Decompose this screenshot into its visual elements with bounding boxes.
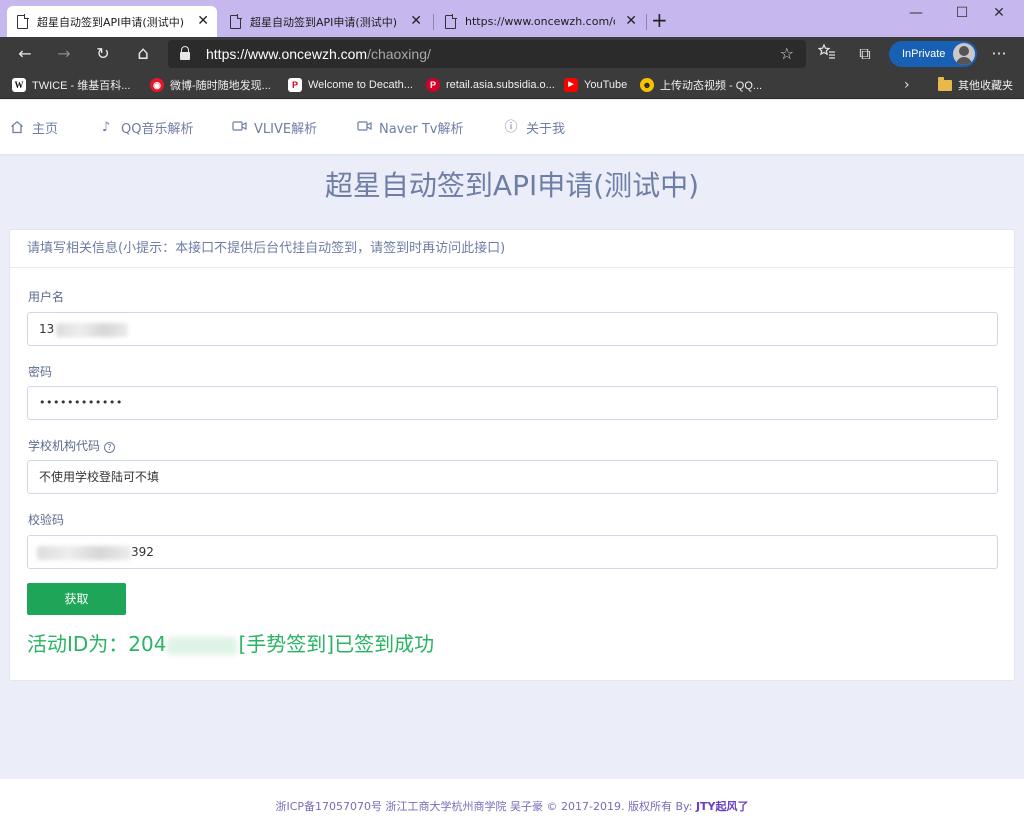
weibo-icon: ◉ (150, 78, 164, 92)
bookmark-decathlon[interactable]: P Welcome to Decath... (288, 76, 413, 94)
lock-icon (180, 46, 190, 60)
video-camera-icon (356, 120, 372, 136)
school-code-label-text: 学校机构代码 (28, 439, 101, 453)
video-camera-icon (231, 120, 247, 136)
refresh-icon[interactable]: ↻ (91, 43, 115, 65)
browser-tab-bar: 超星自动签到API申请(测试中) ✕ 超星自动签到API申请(测试中) ✕ ht… (0, 0, 1024, 37)
redacted-blur (167, 636, 238, 655)
url-text: https://www.oncewzh.com/chaoxing/ (206, 46, 431, 62)
bookmark-weibo[interactable]: ◉ 微博-随时随地发现... (150, 76, 271, 94)
footer: 浙ICP备17057070号 浙江工商大学杭州商学院 吴子豪 © 2017-20… (0, 779, 1024, 834)
bookmark-label: TWICE - 维基百科... (32, 80, 131, 92)
favorite-star-icon[interactable]: ☆ (780, 44, 794, 63)
page-icon (230, 14, 242, 29)
footer-author-link[interactable]: JTY起风了 (696, 800, 749, 813)
captcha-value: 392 (131, 545, 154, 559)
browser-tab-1[interactable]: 超星自动签到API申请(测试中) ✕ (7, 6, 217, 37)
wikipedia-icon: W (12, 78, 26, 92)
page-icon (17, 14, 29, 29)
close-window-icon[interactable]: ✕ (976, 5, 1022, 21)
captcha-label: 校验码 (28, 513, 65, 527)
captcha-field[interactable]: 392 (27, 535, 998, 569)
page-title: 超星自动签到API申请(测试中) (324, 169, 700, 202)
password-field[interactable]: •••••••••••• (27, 386, 998, 420)
browser-tab-3[interactable]: https://www.oncewzh.com/chao ✕ (435, 6, 645, 37)
new-tab-icon[interactable]: + (651, 9, 668, 31)
inprivate-label: InPrivate (902, 48, 946, 60)
result-message: 活动ID为：204 [手势签到]已签到成功 (27, 628, 434, 657)
nav-label: Naver Tv解析 (379, 122, 464, 137)
nav-label: QQ音乐解析 (121, 122, 194, 137)
tab-title: 超星自动签到API申请(测试中) (250, 15, 397, 29)
bookmark-twice[interactable]: W TWICE - 维基百科... (12, 76, 130, 94)
bookmark-retail[interactable]: P retail.asia.subsidia.o... (426, 76, 555, 94)
other-favorites-label: 其他收藏夹 (958, 79, 1013, 92)
other-favorites-folder[interactable]: 其他收藏夹 (938, 76, 1013, 94)
info-icon: ⓘ (504, 119, 518, 135)
retail-icon: P (426, 78, 440, 92)
bookmark-youtube[interactable]: ▶ YouTube (564, 76, 627, 94)
minimize-icon[interactable]: — (893, 5, 939, 21)
nav-item-vlive[interactable]: VLIVE解析 (231, 118, 317, 137)
bookmark-label: retail.asia.subsidia.o... (446, 79, 555, 91)
bookmark-label: 上传动态视频 - QQ... (660, 80, 763, 92)
bookmark-label: YouTube (584, 79, 628, 91)
collections-icon[interactable]: ⧉ (853, 43, 877, 65)
settings-more-icon[interactable]: ··· (987, 43, 1011, 65)
card-header: 请填写相关信息(小提示：本接口不提供后台代挂自动签到，请签到时再访问此接口) (10, 230, 1014, 268)
page-icon (445, 14, 457, 29)
music-note-icon: ♪ (101, 119, 111, 135)
forward-icon[interactable]: → (52, 43, 76, 65)
nav-label: VLIVE解析 (254, 122, 318, 137)
url-host: https://www.oncewzh.com (206, 46, 368, 62)
password-label: 密码 (28, 365, 53, 379)
folder-icon (938, 76, 952, 91)
username-label: 用户名 (28, 290, 65, 304)
result-prefix: 活动ID为：204 (27, 632, 167, 656)
redacted-blur (56, 322, 129, 337)
school-code-label: 学校机构代码? (28, 437, 116, 454)
tab-close-icon[interactable]: ✕ (410, 13, 422, 29)
bookmark-qq[interactable]: ☻ 上传动态视频 - QQ... (640, 76, 762, 94)
favorites-list-icon[interactable] (815, 43, 839, 65)
tab-title: https://www.oncewzh.com/chao (465, 15, 615, 28)
nav-label: 主页 (32, 122, 59, 137)
youtube-icon: ▶ (564, 78, 578, 92)
qq-icon: ☻ (640, 78, 654, 92)
address-bar[interactable]: https://www.oncewzh.com/chaoxing/ ☆ (168, 40, 806, 68)
inprivate-button[interactable]: InPrivate (889, 41, 977, 67)
back-icon[interactable]: ← (13, 43, 37, 65)
school-code-field[interactable]: 不使用学校登陆可不填 (27, 460, 998, 494)
tab-separator (433, 14, 434, 30)
tab-separator (646, 14, 647, 30)
username-value: 13 (39, 322, 55, 336)
nav-item-home[interactable]: 主页 (9, 118, 58, 137)
bookmark-label: 微博-随时随地发现... (170, 80, 271, 92)
browser-toolbar: ← → ↻ ⌂ https://www.oncewzh.com/chaoxing… (0, 37, 1024, 71)
nav-item-qq-music[interactable]: ♪ QQ音乐解析 (98, 118, 194, 138)
redacted-blur (37, 545, 131, 560)
url-path: /chaoxing/ (367, 46, 431, 62)
decathlon-icon: P (288, 78, 302, 92)
tab-close-icon[interactable]: ✕ (197, 13, 209, 29)
footer-text: 浙ICP备17057070号 浙江工商大学杭州商学院 吴子豪 © 2017-20… (275, 800, 696, 813)
home-icon[interactable]: ⌂ (131, 43, 155, 65)
nav-label: 关于我 (526, 122, 566, 137)
tab-close-icon[interactable]: ✕ (625, 13, 637, 29)
result-suffix: [手势签到]已签到成功 (238, 632, 435, 656)
nav-item-naver-tv[interactable]: Naver Tv解析 (356, 118, 464, 137)
browser-tab-2[interactable]: 超星自动签到API申请(测试中) ✕ (220, 6, 430, 37)
profile-avatar (953, 43, 975, 65)
bookmarks-bar: W TWICE - 维基百科... ◉ 微博-随时随地发现... P Welco… (0, 71, 1024, 99)
help-icon[interactable]: ? (104, 442, 116, 453)
username-field[interactable]: 13 (27, 312, 998, 346)
get-button[interactable]: 获取 (27, 583, 126, 615)
home-icon (9, 120, 25, 136)
site-nav: 主页 ♪ QQ音乐解析 VLIVE解析 Naver Tv解析 ⓘ 关于我 (0, 100, 1024, 154)
tab-title: 超星自动签到API申请(测试中) (37, 15, 184, 29)
signin-form-card: 请填写相关信息(小提示：本接口不提供后台代挂自动签到，请签到时再访问此接口) 用… (9, 229, 1015, 681)
bookmarks-more-icon[interactable]: › (904, 76, 910, 94)
bookmark-label: Welcome to Decath... (308, 79, 413, 91)
nav-item-about[interactable]: ⓘ 关于我 (503, 118, 566, 138)
